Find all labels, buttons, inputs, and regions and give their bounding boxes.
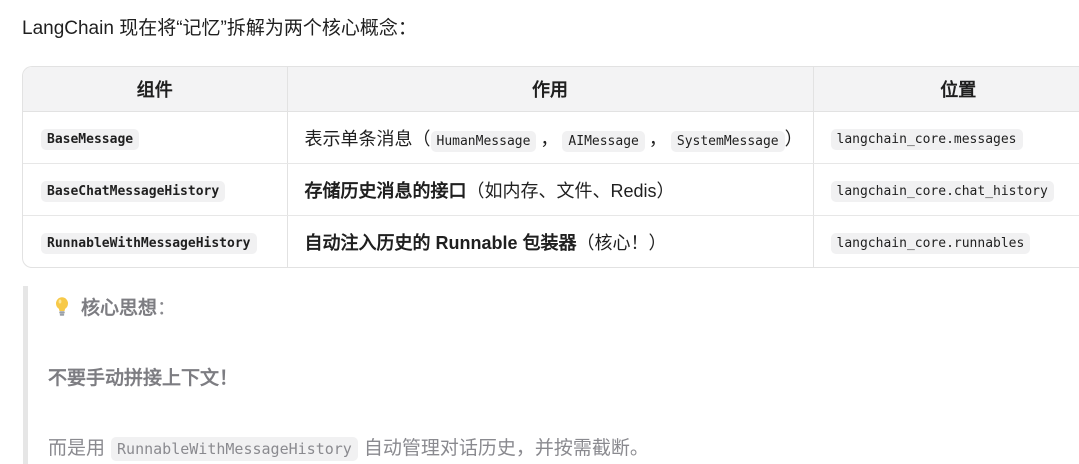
quote-body-prefix: 而是用 — [48, 438, 106, 459]
cell-location: langchain_core.chat_history — [812, 163, 1079, 216]
table-row: RunnableWithMessageHistory 自动注入历史的 Runna… — [23, 215, 1079, 268]
role-separator: ， — [540, 128, 559, 149]
component-code: BaseMessage — [41, 129, 140, 150]
role-strong: 存储历史消息的接口 — [304, 180, 467, 201]
location-code: langchain_core.runnables — [830, 233, 1031, 254]
component-code: BaseChatMessageHistory — [41, 181, 226, 202]
intro-text: LangChain 现在将“记忆”拆解为两个核心概念： — [22, 18, 417, 39]
lightbulb-icon — [56, 297, 68, 316]
cell-component: RunnableWithMessageHistory — [23, 216, 287, 268]
cell-component: BaseMessage — [23, 111, 287, 164]
component-code: RunnableWithMessageHistory — [41, 233, 257, 254]
header-component: 组件 — [23, 67, 287, 112]
quote-code: RunnableWithMessageHistory — [111, 437, 358, 461]
role-text: （如内存、文件、Redis） — [466, 180, 675, 201]
role-code: AIMessage — [562, 130, 645, 152]
quote-title-colon: ： — [157, 298, 177, 319]
header-role: 作用 — [286, 67, 813, 112]
role-text: ） — [784, 128, 803, 149]
quote-body-suffix: 自动管理对话历史，并按需截断。 — [363, 438, 649, 459]
cell-location: langchain_core.runnables — [812, 215, 1079, 267]
role-text: （核心！） — [576, 232, 667, 253]
quote-title: 核心思想 — [81, 298, 158, 319]
role-code: HumanMessage — [430, 130, 537, 152]
role-strong: 自动注入历史的 Runnable 包装器 — [304, 232, 577, 253]
role-text: 表示单条消息（ — [304, 128, 431, 149]
cell-role: 自动注入历史的 Runnable 包装器（核心！） — [286, 215, 813, 267]
table-header-row: 组件 作用 位置 — [23, 67, 1079, 112]
cell-role: 表示单条消息（ HumanMessage， AIMessage， SystemMess… — [286, 111, 813, 164]
header-location: 位置 — [812, 67, 1079, 112]
quote-body-line: 而是用 RunnableWithMessageHistory 自动管理对话历史，并按… — [48, 433, 649, 461]
role-separator: ， — [648, 128, 667, 149]
table-row: BaseMessage 表示单条消息（ HumanMessage， AIMessag… — [23, 111, 1079, 164]
cell-role: 存储历史消息的接口（如内存、文件、Redis） — [286, 163, 813, 216]
table-row: BaseChatMessageHistory 存储历史消息的接口（如内存、文件、… — [23, 163, 1079, 216]
quote-strong-line: 不要手动拼接上下文！ — [48, 368, 239, 389]
concepts-table: 组件 作用 位置 BaseMessage 表示单条消息（ HumanMessage… — [22, 66, 1079, 268]
cell-location: langchain_core.messages — [812, 111, 1079, 164]
location-code: langchain_core.messages — [830, 129, 1023, 150]
quote-title-line: 核心思想： — [48, 293, 176, 320]
location-code: langchain_core.chat_history — [830, 181, 1054, 202]
role-code: SystemMessage — [670, 130, 785, 152]
blockquote: 核心思想： 不要手动拼接上下文！ 而是用 RunnableWithMessageH… — [23, 286, 1079, 464]
cell-component: BaseChatMessageHistory — [23, 163, 287, 216]
